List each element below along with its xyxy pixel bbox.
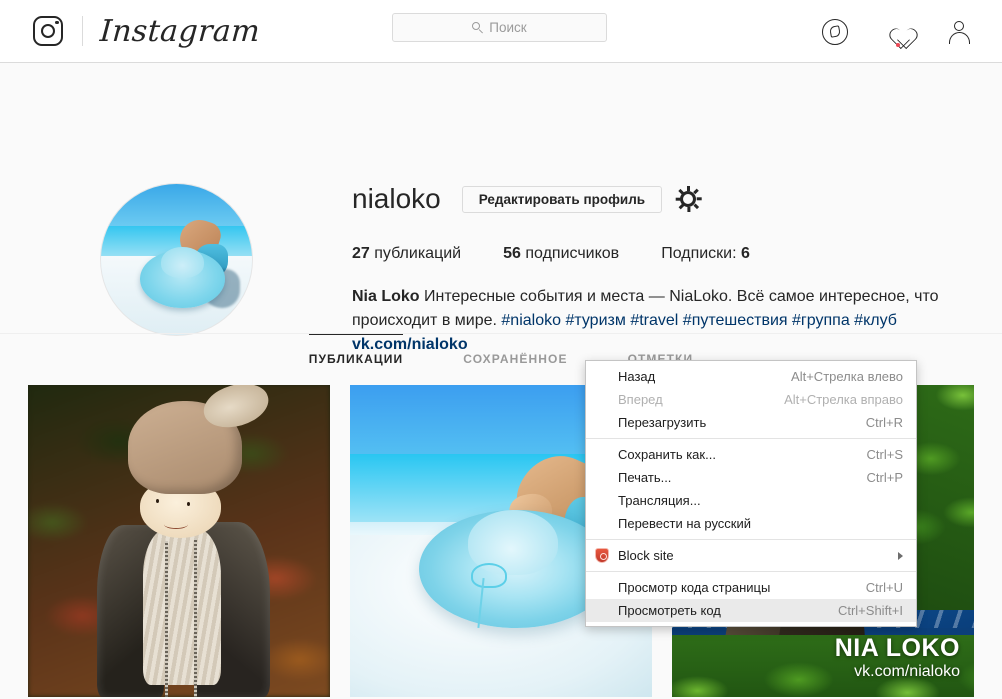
tab-posts-label: ПУБЛИКАЦИИ — [308, 351, 404, 366]
notification-dot — [895, 42, 900, 47]
context-menu-label: Печать... — [618, 470, 672, 485]
context-menu-item-save-as[interactable]: Сохранить как... Ctrl+S — [586, 443, 916, 466]
following-label: Подписки: — [661, 245, 737, 262]
context-menu-label: Трансляция... — [618, 493, 701, 508]
post-watermark: NIA LOKO vk.com/nialoko — [835, 635, 960, 681]
activity-heart-icon[interactable] — [884, 17, 910, 47]
context-menu-item-translate[interactable]: Перевести на русский — [586, 512, 916, 535]
hashtag[interactable]: #группа — [792, 312, 850, 329]
context-menu-item-print[interactable]: Печать... Ctrl+P — [586, 466, 916, 489]
navbar-actions — [822, 0, 972, 63]
hashtag[interactable]: #туризм — [565, 312, 625, 329]
context-menu-item-forward: Вперед Alt+Стрелка вправо — [586, 388, 916, 411]
tab-posts[interactable]: ПУБЛИКАЦИИ — [308, 333, 404, 384]
hashtag[interactable]: #путешествия — [683, 312, 788, 329]
navbar-divider — [82, 16, 83, 46]
top-navigation-bar: Instagram Поиск — [0, 0, 1002, 63]
bio-hashtags: #nialoko #туризм #travel #путешествия #г… — [501, 312, 897, 329]
search-placeholder: Поиск — [489, 20, 527, 35]
tab-saved[interactable]: СОХРАНЁННОЕ — [463, 334, 567, 384]
following-count: 6 — [741, 245, 750, 262]
context-menu-accelerator: Alt+Стрелка вправо — [784, 392, 903, 407]
context-menu-label: Просмотр кода страницы — [618, 580, 771, 595]
posts-count: 27 — [352, 245, 370, 262]
chevron-right-icon — [898, 551, 903, 560]
context-menu-label: Перевести на русский — [618, 516, 752, 531]
profile-header: nialoko Редактировать профиль 27 публика… — [0, 63, 1002, 353]
hashtag[interactable]: #клуб — [854, 312, 897, 329]
context-menu-accelerator: Ctrl+P — [866, 470, 903, 485]
context-menu-label: Перезагрузить — [618, 415, 707, 430]
watermark-url: vk.com/nialoko — [854, 663, 960, 681]
context-menu-label: Вперед — [618, 392, 663, 407]
profile-page: nialoko Редактировать профиль 27 публика… — [0, 63, 1002, 699]
context-menu-item-back[interactable]: Назад Alt+Стрелка влево — [586, 365, 916, 388]
edit-profile-button[interactable]: Редактировать профиль — [461, 185, 663, 213]
context-menu-accelerator: Ctrl+S — [866, 447, 903, 462]
context-menu-item-reload[interactable]: Перезагрузить Ctrl+R — [586, 411, 916, 434]
navbar-brand[interactable]: Instagram — [0, 14, 261, 49]
instagram-camera-icon[interactable] — [33, 16, 63, 46]
search-icon — [472, 22, 483, 34]
followers-label: подписчиков — [525, 245, 620, 262]
context-menu-separator — [586, 539, 916, 540]
profile-person-icon[interactable] — [946, 19, 972, 45]
context-menu-label: Block site — [618, 548, 674, 563]
tab-saved-label: СОХРАНЁННОЕ — [463, 351, 568, 366]
explore-compass-icon[interactable] — [822, 18, 848, 45]
page-title: nialoko — [352, 183, 441, 214]
context-menu-accelerator: Ctrl+Shift+I — [837, 603, 903, 618]
stat-posts: 27 публикаций — [352, 245, 461, 263]
profile-stats: 27 публикаций 56 подписчиков Подписки: 6 — [352, 245, 952, 263]
gear-icon[interactable] — [675, 186, 702, 212]
profile-info: nialoko Редактировать профиль 27 публика… — [352, 179, 952, 357]
avatar[interactable] — [100, 183, 253, 336]
search-input[interactable]: Поиск — [392, 13, 607, 42]
context-menu-label: Сохранить как... — [618, 447, 716, 462]
context-menu-separator — [586, 571, 916, 572]
context-menu-label: Просмотреть код — [618, 603, 721, 618]
followers-count: 56 — [503, 245, 521, 262]
post-doll-autumn[interactable] — [28, 385, 330, 697]
context-menu-item-inspect[interactable]: Просмотреть код Ctrl+Shift+I — [586, 599, 916, 622]
watermark-title: NIA LOKO — [834, 633, 960, 662]
stat-followers[interactable]: 56 подписчиков — [503, 245, 619, 263]
hashtag[interactable]: #travel — [630, 312, 678, 329]
context-menu-label: Назад — [618, 369, 656, 384]
hashtag[interactable]: #nialoko — [501, 312, 561, 329]
instagram-wordmark[interactable]: Instagram — [99, 14, 261, 49]
context-menu-accelerator: Alt+Стрелка влево — [791, 369, 903, 384]
context-menu-separator — [586, 438, 916, 439]
context-menu-accelerator: Ctrl+U — [865, 580, 903, 595]
stat-following[interactable]: Подписки: 6 — [661, 245, 750, 263]
shield-block-icon — [586, 548, 618, 563]
context-menu-item-view-source[interactable]: Просмотр кода страницы Ctrl+U — [586, 576, 916, 599]
browser-context-menu[interactable]: Назад Alt+Стрелка влево Вперед Alt+Стрел… — [585, 360, 917, 627]
context-menu-item-cast[interactable]: Трансляция... — [586, 489, 916, 512]
bio-full-name: Nia Loko — [352, 288, 420, 305]
context-menu-accelerator: Ctrl+R — [865, 415, 903, 430]
posts-label: публикаций — [374, 245, 462, 262]
context-menu-item-block-site[interactable]: Block site — [586, 544, 916, 567]
